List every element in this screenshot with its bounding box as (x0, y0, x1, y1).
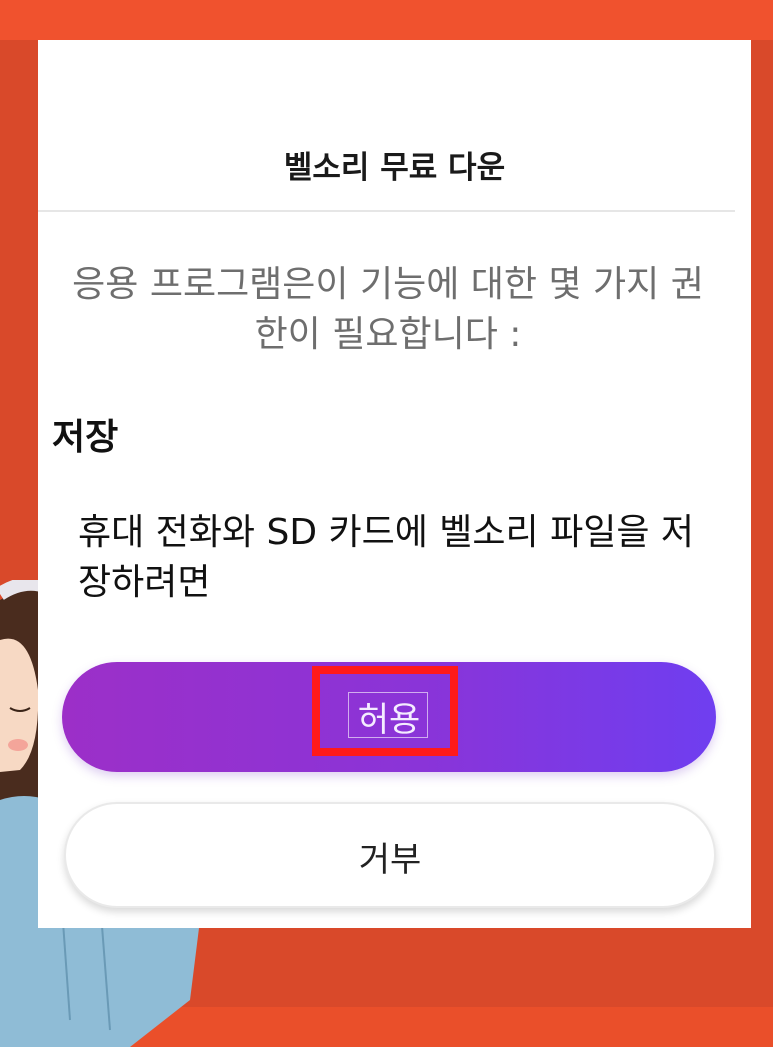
dialog-title: 벨소리 무료 다운 (283, 150, 506, 186)
permission-description: 휴대 전화와 SD 카드에 벨소리 파일을 저장하려면 (78, 512, 695, 603)
deny-button-label: 거부 (358, 840, 422, 880)
focus-outline (348, 692, 428, 738)
highlight-box (312, 666, 458, 756)
allow-button[interactable]: 허용 (62, 662, 716, 772)
deny-button[interactable]: 거부 (64, 802, 716, 908)
title-divider (38, 210, 735, 212)
permission-message: 응용 프로그램은이 기능에 대한 몇 가지 권한이 필요합니다 : (72, 264, 704, 355)
frame-top (0, 0, 773, 40)
permission-title: 저장 (52, 417, 119, 458)
permission-dialog: 벨소리 무료 다운 응용 프로그램은이 기능에 대한 몇 가지 권한이 필요합니… (38, 40, 751, 928)
